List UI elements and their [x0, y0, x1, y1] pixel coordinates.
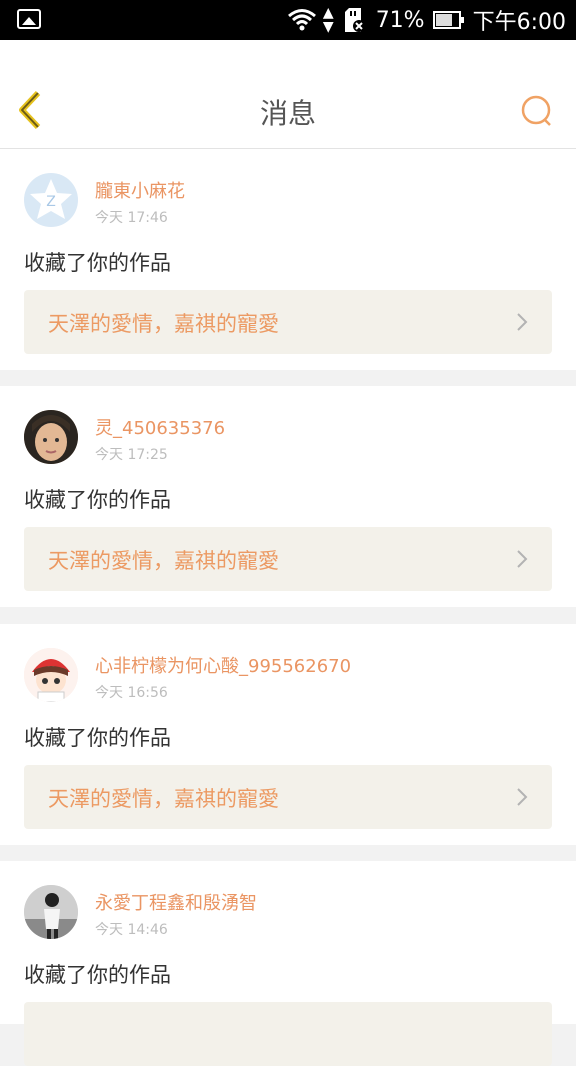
work-link[interactable]: 天澤的愛情，嘉祺的寵愛	[24, 527, 552, 591]
page-title: 消息	[259, 97, 316, 130]
action-text: 收藏了你的作品	[24, 488, 171, 512]
user-avatar-icon: Z	[30, 179, 72, 219]
message-time: 今天 14:46	[95, 922, 168, 938]
avatar[interactable]	[24, 648, 78, 702]
clock: 下午6:00	[472, 10, 566, 35]
status-bar: ▲ ▼ 71% 下午6:00	[0, 0, 576, 40]
username[interactable]: 心非柠檬为何心酸_995562670	[95, 652, 351, 678]
sd-card-icon	[344, 8, 365, 32]
username[interactable]: 永愛丁程鑫和殷湧智	[95, 889, 257, 915]
work-link[interactable]	[24, 1002, 552, 1066]
battery-icon	[432, 11, 464, 29]
work-title: 天澤的愛情，嘉祺的寵愛	[48, 787, 279, 811]
username[interactable]: 灵_450635376	[95, 414, 225, 440]
message-time: 今天 16:56	[95, 685, 168, 701]
avatar[interactable]	[24, 885, 78, 939]
chevron-right-icon	[517, 550, 528, 568]
action-text: 收藏了你的作品	[24, 963, 171, 987]
work-link[interactable]: 天澤的愛情，嘉祺的寵愛	[24, 765, 552, 829]
action-text: 收藏了你的作品	[24, 726, 171, 750]
user-avatar-icon	[24, 648, 78, 702]
message-time: 今天 17:46	[95, 210, 168, 226]
message-time: 今天 17:25	[95, 447, 168, 463]
message-card: 灵_450635376 今天 17:25 收藏了你的作品 天澤的愛情，嘉祺的寵愛	[0, 386, 576, 607]
user-avatar-icon	[24, 410, 78, 464]
user-avatar-icon	[24, 885, 78, 939]
search-icon[interactable]	[520, 94, 554, 128]
message-card: Z 朧東小麻花 今天 17:46 收藏了你的作品 天澤的愛情，嘉祺的寵愛	[0, 149, 576, 370]
work-title: 天澤的愛情，嘉祺的寵愛	[48, 549, 279, 573]
message-card: 心非柠檬为何心酸_995562670 今天 16:56 收藏了你的作品 天澤的愛…	[0, 624, 576, 845]
chevron-right-icon	[517, 788, 528, 806]
chevron-right-icon	[517, 313, 528, 331]
nav-header: 消息	[0, 70, 576, 149]
avatar[interactable]	[24, 410, 78, 464]
work-link[interactable]: 天澤的愛情，嘉祺的寵愛	[24, 290, 552, 354]
image-notification-icon	[17, 9, 41, 29]
battery-percentage: 71%	[375, 7, 425, 33]
message-card: 永愛丁程鑫和殷湧智 今天 14:46 收藏了你的作品	[0, 861, 576, 1066]
action-text: 收藏了你的作品	[24, 251, 171, 275]
avatar[interactable]: Z	[24, 173, 78, 227]
header-spacer	[0, 40, 576, 70]
svg-text:Z: Z	[46, 194, 56, 210]
work-title: 天澤的愛情，嘉祺的寵愛	[48, 312, 279, 336]
data-arrows-icon: ▲ ▼	[322, 5, 334, 35]
wifi-icon	[287, 9, 316, 31]
username[interactable]: 朧東小麻花	[95, 177, 185, 203]
